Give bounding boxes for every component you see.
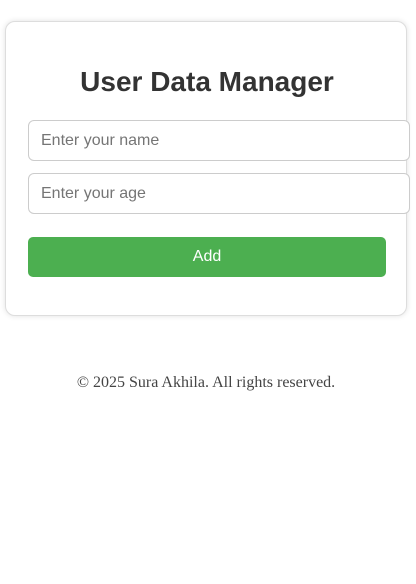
name-input[interactable] — [28, 120, 410, 161]
footer-copyright: © 2025 Sura Akhila. All rights reserved. — [76, 374, 336, 391]
age-input[interactable] — [28, 173, 410, 214]
page-title: User Data Manager — [80, 66, 334, 97]
user-form-card: User Data Manager Add — [5, 21, 410, 316]
add-button[interactable]: Add — [28, 237, 386, 277]
